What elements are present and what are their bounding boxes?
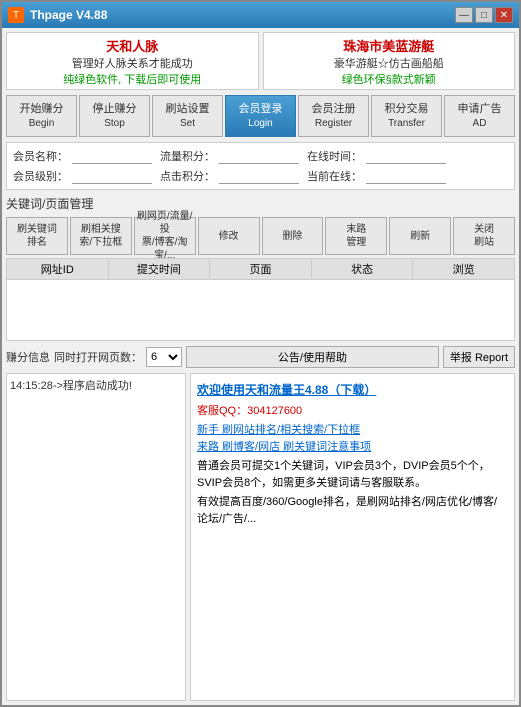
info-link-2[interactable]: 来路 刷博客/网店 刷关键词注意事项	[197, 441, 371, 453]
info-panel: 欢迎使用天和流量王4.88（下载） 客服QQ：304127600 新手 刷网站排…	[190, 373, 515, 701]
banner-left-title: 天和人脉	[106, 36, 158, 55]
member-level-label: 会员级别：	[13, 168, 68, 184]
report-button[interactable]: 举报 Report	[443, 346, 515, 368]
member-row-2: 会员级别： 点击积分： 当前在线：	[13, 166, 508, 186]
keyword-toolbar: 刷关键词 排名刷相关搜 索/下拉框刷网页/流量/投 票/博客/淘宝/...修改删…	[6, 217, 515, 255]
member-name-field: 会员名称：	[13, 148, 152, 164]
current-online-field: 当前在线：	[307, 168, 446, 184]
current-online-value	[366, 168, 446, 184]
col-header-page: 页面	[210, 259, 312, 279]
info-paragraph-1: 普通会员可提交1个关键词，VIP会员3个，DVIP会员5个个，SVIP会员8个，…	[197, 458, 508, 491]
maximize-button[interactable]: □	[475, 7, 493, 23]
kw-btn-4[interactable]: 删除	[262, 217, 324, 255]
help-button[interactable]: 公告/使用帮助	[186, 346, 439, 368]
table-body	[7, 280, 514, 340]
minimize-button[interactable]: —	[455, 7, 473, 23]
member-name-value	[72, 148, 152, 164]
click-score-value	[219, 168, 299, 184]
concurrent-select[interactable]: 12345678910	[146, 347, 182, 367]
banner-left[interactable]: 天和人脉 管理好人脉关系才能成功 纯绿色软件, 下载后即可使用	[6, 32, 259, 90]
member-level-value	[72, 168, 152, 184]
banner-left-sub2: 纯绿色软件, 下载后即可使用	[63, 71, 201, 87]
flow-score-value	[219, 148, 299, 164]
log-panel: 14:15:28->程序启动成功!	[6, 373, 186, 701]
kw-btn-0[interactable]: 刷关键词 排名	[6, 217, 68, 255]
earn-label: 赚分信息	[6, 349, 50, 365]
kw-btn-3[interactable]: 修改	[198, 217, 260, 255]
toolbar-btn-ad[interactable]: 申请广告AD	[444, 95, 515, 137]
toolbar-btn-login[interactable]: 会员登录Login	[225, 95, 296, 137]
online-time-field: 在线时间：	[307, 148, 446, 164]
main-window: T Thpage V4.88 — □ ✕ 天和人脉 管理好人脉关系才能成功 纯绿…	[0, 0, 521, 707]
member-info: 会员名称： 流量积分： 在线时间： 会员级别： 点击积分：	[6, 142, 515, 190]
flow-score-label: 流量积分：	[160, 148, 215, 164]
banner-right-title: 珠海市美蓝游艇	[343, 36, 434, 55]
member-row-1: 会员名称： 流量积分： 在线时间：	[13, 146, 508, 166]
title-buttons: — □ ✕	[455, 7, 513, 23]
info-title-link[interactable]: 欢迎使用天和流量王4.88（下载）	[197, 383, 376, 397]
click-score-field: 点击积分：	[160, 168, 299, 184]
main-content: 天和人脉 管理好人脉关系才能成功 纯绿色软件, 下载后即可使用 珠海市美蓝游艇 …	[2, 28, 519, 705]
banner-right-sub2: 绿色环保§款式新颖	[342, 71, 436, 87]
flow-score-field: 流量积分：	[160, 148, 299, 164]
toolbar-btn-begin[interactable]: 开始赚分Begin	[6, 95, 77, 137]
online-time-value	[366, 148, 446, 164]
log-entry: 14:15:28->程序启动成功!	[10, 377, 182, 393]
log-area: 14:15:28->程序启动成功! 欢迎使用天和流量王4.88（下载） 客服QQ…	[6, 373, 515, 701]
keyword-section-title: 关键词/页面管理	[6, 193, 515, 214]
data-table: 网址ID 提交时间 页面 状态 浏览	[6, 258, 515, 341]
kw-btn-5[interactable]: 末路 管理	[325, 217, 387, 255]
service-qq: 客服QQ：304127600	[197, 403, 508, 420]
col-header-id: 网址ID	[7, 259, 109, 279]
toolbar-btn-transfer[interactable]: 积分交易Transfer	[371, 95, 442, 137]
banner-area: 天和人脉 管理好人脉关系才能成功 纯绿色软件, 下载后即可使用 珠海市美蓝游艇 …	[6, 32, 515, 90]
title-bar-left: T Thpage V4.88	[8, 7, 107, 23]
online-time-label: 在线时间：	[307, 148, 362, 164]
member-level-field: 会员级别：	[13, 168, 152, 184]
close-button[interactable]: ✕	[495, 7, 513, 23]
kw-btn-1[interactable]: 刷相关搜 索/下拉框	[70, 217, 132, 255]
click-score-label: 点击积分：	[160, 168, 215, 184]
toolbar: 开始赚分Begin停止赚分Stop刷站设置Set会员登录Login会员注册Reg…	[6, 93, 515, 139]
window-title: Thpage V4.88	[30, 8, 107, 22]
toolbar-btn-stop[interactable]: 停止赚分Stop	[79, 95, 150, 137]
col-header-status: 状态	[312, 259, 414, 279]
kw-btn-2[interactable]: 刷网页/流量/投 票/博客/淘宝/...	[134, 217, 196, 255]
toolbar-btn-register[interactable]: 会员注册Register	[298, 95, 369, 137]
col-header-browse: 浏览	[413, 259, 514, 279]
kw-btn-6[interactable]: 刷新	[389, 217, 451, 255]
toolbar-btn-set[interactable]: 刷站设置Set	[152, 95, 223, 137]
banner-left-sub1: 管理好人脉关系才能成功	[72, 55, 193, 71]
banner-right-sub1: 豪华游艇☆仿古画船船	[334, 55, 444, 71]
concurrent-label: 同时打开网页数：	[54, 349, 142, 365]
current-online-label: 当前在线：	[307, 168, 362, 184]
kw-btn-7[interactable]: 关闭 刷站	[453, 217, 515, 255]
banner-right[interactable]: 珠海市美蓝游艇 豪华游艇☆仿古画船船 绿色环保§款式新颖	[263, 32, 516, 90]
col-header-time: 提交时间	[109, 259, 211, 279]
app-icon: T	[8, 7, 24, 23]
member-name-label: 会员名称：	[13, 148, 68, 164]
bottom-bar: 赚分信息 同时打开网页数： 12345678910 公告/使用帮助 举报 Rep…	[6, 344, 515, 370]
info-paragraph-2: 有效提高百度/360/Google排名，是刷网站排名/网店优化/博客/论坛/广告…	[197, 494, 508, 527]
table-header: 网址ID 提交时间 页面 状态 浏览	[7, 259, 514, 280]
info-link-1[interactable]: 新手 刷网站排名/相关搜索/下拉框	[197, 424, 360, 436]
title-bar: T Thpage V4.88 — □ ✕	[2, 2, 519, 28]
